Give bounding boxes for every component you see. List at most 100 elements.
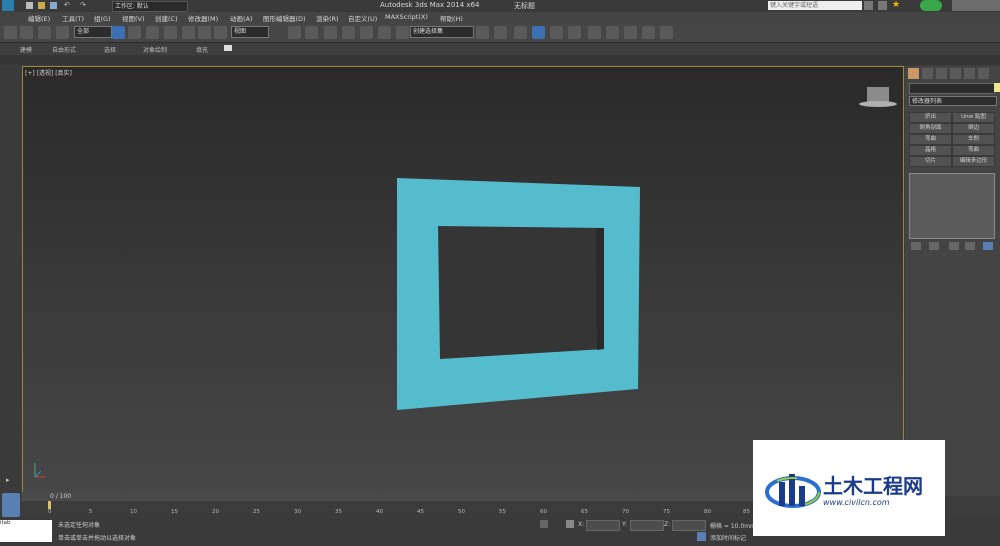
selection-region-icon[interactable]: [146, 26, 159, 39]
move-icon[interactable]: [182, 26, 195, 39]
time-configuration-button[interactable]: [2, 493, 20, 517]
angle-snap-icon[interactable]: [342, 26, 355, 39]
menu-edit[interactable]: 编辑(E): [28, 13, 50, 23]
lock-selection-icon[interactable]: [540, 520, 548, 528]
modifier-button-bevel-profile[interactable]: 倒角剖面: [909, 123, 952, 134]
modifier-button-slice[interactable]: 切片: [909, 156, 952, 167]
menu-modifiers[interactable]: 修改器(M): [188, 13, 218, 23]
create-tab-icon[interactable]: [908, 68, 919, 79]
render-in-cloud-icon[interactable]: [660, 26, 673, 39]
search-input[interactable]: 键入关键字或短语: [768, 1, 862, 10]
undo-icon[interactable]: ↶: [64, 1, 70, 9]
menu-views[interactable]: 视图(V): [122, 13, 145, 23]
layer-manager-icon[interactable]: [514, 26, 527, 39]
add-time-tag-icon[interactable]: [697, 532, 706, 541]
edit-named-selection-icon[interactable]: [396, 26, 409, 39]
quick-access-new-icon[interactable]: [26, 2, 33, 9]
perspective-viewport[interactable]: [+] [透视] [真实]: [22, 66, 904, 496]
render-production-icon[interactable]: [642, 26, 655, 39]
window-crossing-icon[interactable]: [164, 26, 177, 39]
modifier-list-dropdown[interactable]: 修改器列表: [909, 96, 997, 106]
material-editor-icon[interactable]: [588, 26, 601, 39]
quick-access-open-icon[interactable]: [38, 2, 45, 9]
y-coordinate-field[interactable]: [630, 520, 664, 531]
show-end-result-icon[interactable]: [929, 242, 939, 250]
absolute-mode-icon[interactable]: [566, 520, 574, 528]
quick-access-save-icon[interactable]: [50, 2, 57, 9]
expand-arrow-icon[interactable]: ▸: [6, 476, 10, 484]
modifier-button-edit-poly[interactable]: 编辑多边形: [952, 156, 995, 167]
add-time-tag-button[interactable]: 添加时间标记: [710, 533, 746, 542]
spinner-snap-icon[interactable]: [378, 26, 391, 39]
tab-selection[interactable]: 选择: [104, 45, 116, 54]
display-tab-icon[interactable]: [964, 68, 975, 79]
make-unique-icon[interactable]: [949, 242, 959, 250]
modifier-button-extrude[interactable]: 挤出: [909, 112, 952, 123]
object-color-swatch[interactable]: [994, 83, 1000, 92]
modifier-stack[interactable]: [909, 173, 995, 239]
maxscript-listener[interactable]: itab: [0, 520, 52, 542]
manipulate-icon[interactable]: [305, 26, 318, 39]
mirror-icon[interactable]: [476, 26, 489, 39]
menu-help[interactable]: 帮助(H): [440, 13, 463, 23]
modify-tab-icon[interactable]: [922, 68, 933, 79]
app-logo-icon[interactable]: [2, 0, 14, 11]
menu-customize[interactable]: 自定义(U): [348, 13, 377, 23]
menu-group[interactable]: 组(G): [94, 13, 111, 23]
undo-toolbar-icon[interactable]: [4, 26, 17, 39]
tab-populate[interactable]: 填充: [196, 45, 208, 54]
configure-sets-icon[interactable]: [983, 242, 993, 250]
rendered-frame-window-icon[interactable]: [624, 26, 637, 39]
select-link-icon[interactable]: [20, 26, 33, 39]
modifier-button-bend-2[interactable]: 弯曲: [952, 145, 995, 156]
tab-modeling[interactable]: 建模: [20, 45, 32, 54]
pin-stack-icon[interactable]: [911, 242, 921, 250]
window-controls[interactable]: [952, 0, 1000, 11]
pivot-center-icon[interactable]: [288, 26, 301, 39]
remove-modifier-icon[interactable]: [965, 242, 975, 250]
modifier-button-lathe[interactable]: 车削: [952, 134, 995, 145]
unlink-icon[interactable]: [38, 26, 51, 39]
graphite-toggle-icon[interactable]: [532, 26, 545, 39]
menu-maxscript[interactable]: MAXScript(X): [385, 13, 428, 21]
utilities-tab-icon[interactable]: [978, 68, 989, 79]
x-coordinate-field[interactable]: [586, 520, 620, 531]
z-coordinate-field[interactable]: [672, 520, 706, 531]
menu-animation[interactable]: 动画(A): [230, 13, 253, 23]
menu-graph-editors[interactable]: 图形编辑器(D): [263, 13, 306, 23]
snap-toggle-icon[interactable]: [324, 26, 337, 39]
redo-icon[interactable]: ↷: [80, 1, 86, 9]
current-frame-marker[interactable]: [48, 501, 51, 509]
select-by-name-icon[interactable]: [128, 26, 141, 39]
tab-object-paint[interactable]: 对象绘制: [143, 45, 167, 54]
favorites-icon[interactable]: ★: [892, 0, 900, 10]
modifier-button-bend[interactable]: 弯曲: [909, 134, 952, 145]
render-setup-icon[interactable]: [606, 26, 619, 39]
hierarchy-tab-icon[interactable]: [936, 68, 947, 79]
percent-snap-icon[interactable]: [360, 26, 373, 39]
rotate-icon[interactable]: [198, 26, 211, 39]
workspace-dropdown[interactable]: 工作区: 默认: [112, 1, 188, 12]
scale-icon[interactable]: [214, 26, 227, 39]
modifier-button-unwrap[interactable]: Unw 贴图: [952, 112, 995, 123]
signin-badge-icon[interactable]: [920, 0, 942, 11]
curve-editor-icon[interactable]: [550, 26, 563, 39]
bind-space-warp-icon[interactable]: [56, 26, 69, 39]
named-selection-dropdown[interactable]: 创建选择集: [410, 26, 474, 38]
select-object-icon[interactable]: [112, 26, 125, 39]
tab-freeform[interactable]: 自由形式: [52, 45, 76, 54]
object-name-field[interactable]: [909, 83, 995, 94]
subscription-icon[interactable]: [878, 1, 887, 10]
selection-filter-dropdown[interactable]: 全部: [74, 26, 112, 38]
ribbon-toggle-icon[interactable]: [224, 45, 232, 51]
menu-create[interactable]: 创建(C): [155, 13, 178, 23]
modifier-button-lattice[interactable]: 晶格: [909, 145, 952, 156]
reference-coordinate-dropdown[interactable]: 视图: [231, 26, 269, 38]
binoculars-icon[interactable]: [864, 1, 873, 10]
track-bar[interactable]: 0 5 10 15 20 25 30 35 40 45 50 55 60 65 …: [48, 501, 752, 518]
modifier-button-chamfer[interactable]: 倒边: [952, 123, 995, 134]
menu-tools[interactable]: 工具(T): [62, 13, 84, 23]
motion-tab-icon[interactable]: [950, 68, 961, 79]
align-icon[interactable]: [494, 26, 507, 39]
schematic-view-icon[interactable]: [568, 26, 581, 39]
